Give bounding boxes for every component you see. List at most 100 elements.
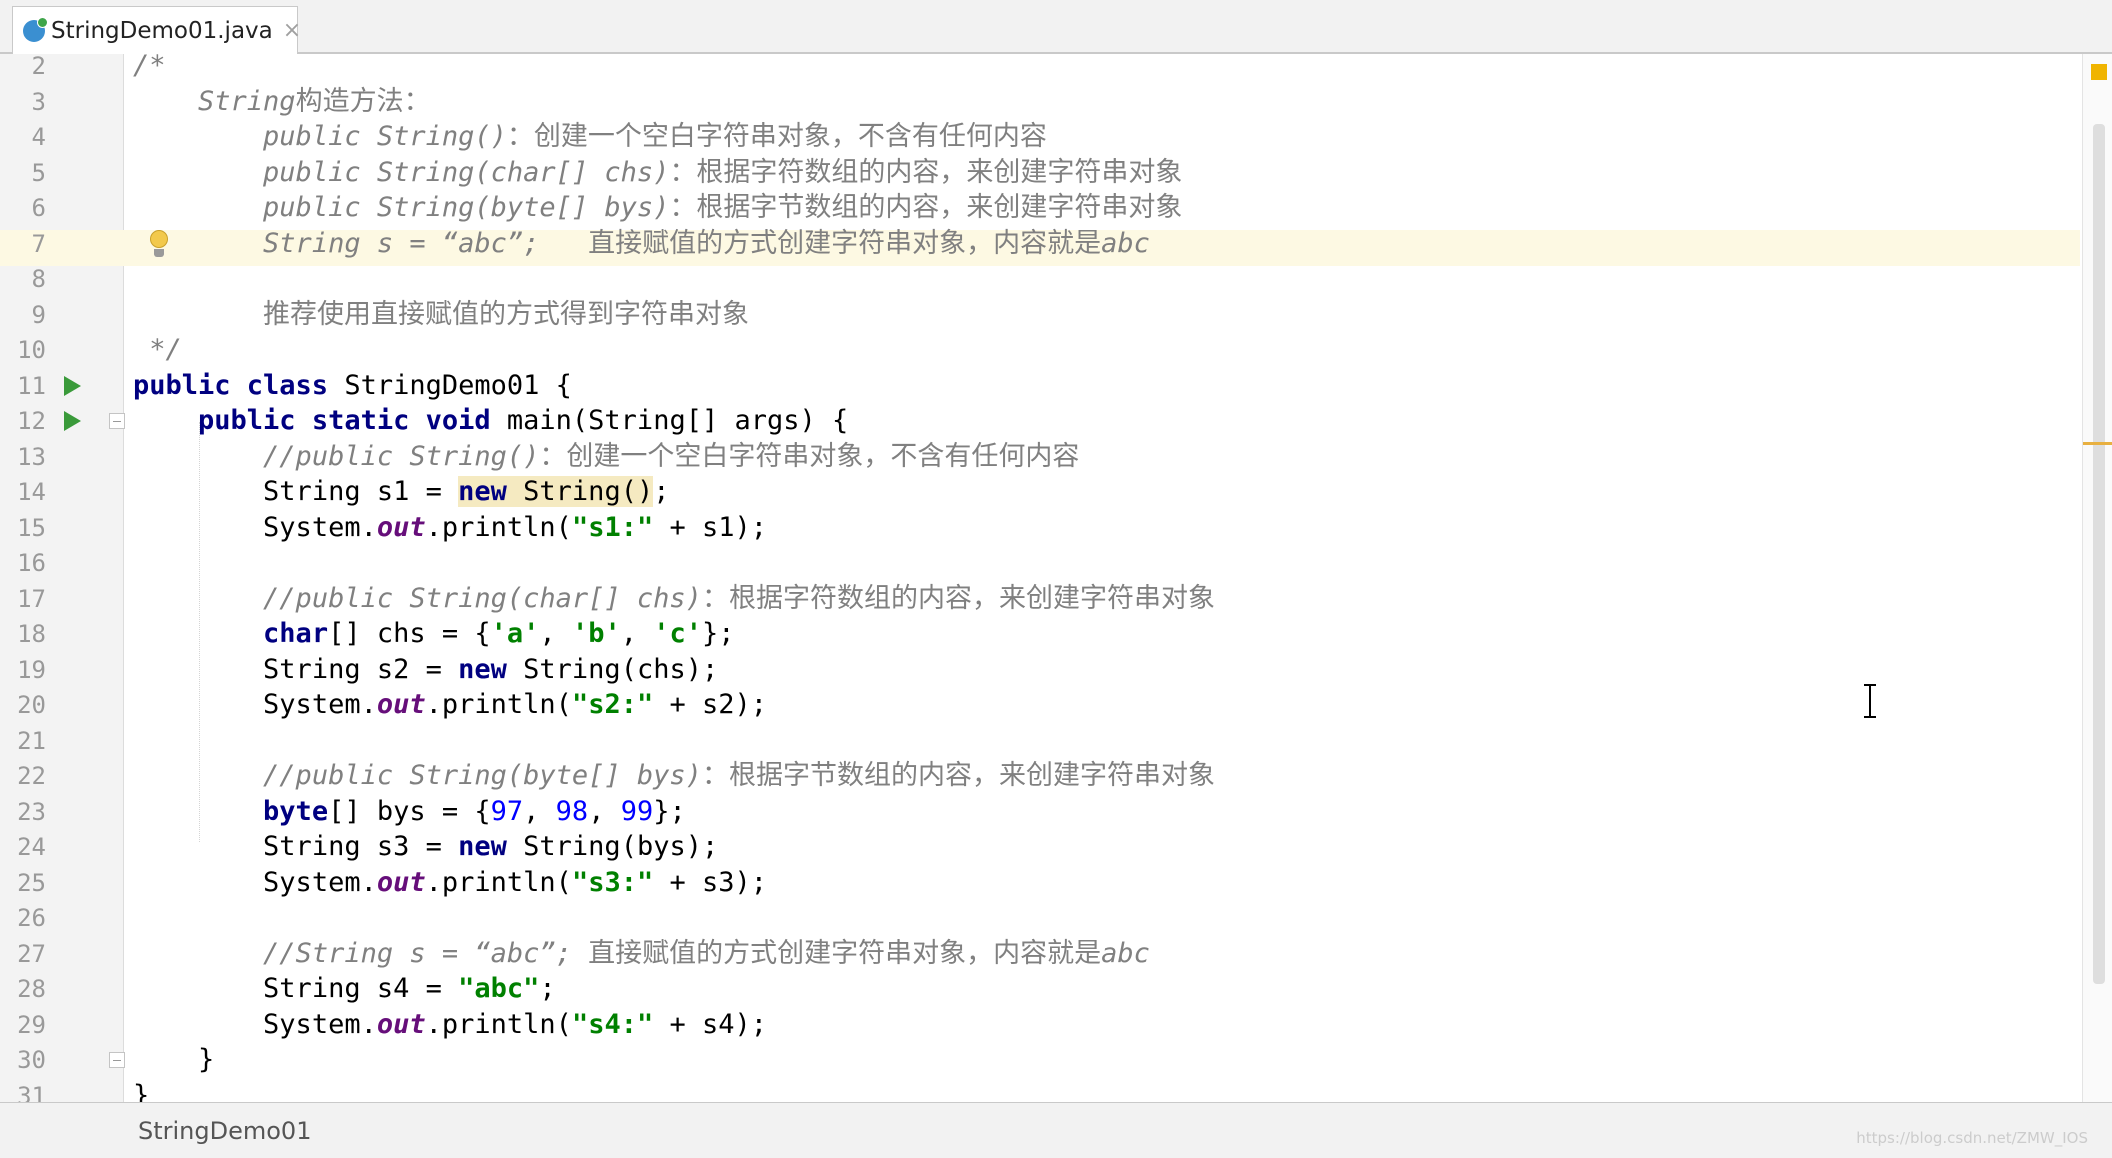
code-token: out <box>376 689 426 720</box>
code-line[interactable]: 26 <box>0 900 2080 936</box>
status-bar: StringDemo01 https://blog.csdn.net/ZMW_I… <box>0 1102 2112 1158</box>
run-gutter-icon[interactable] <box>64 411 81 431</box>
line-number[interactable]: 2 <box>0 54 46 84</box>
code-line[interactable]: 11 public class StringDemo01 { <box>0 368 2080 404</box>
line-number[interactable]: 14 <box>0 474 46 510</box>
code-token: //public String() <box>263 440 540 472</box>
code-token: System. <box>263 511 377 543</box>
line-number[interactable]: 13 <box>0 439 46 475</box>
fold-toggle-icon[interactable] <box>109 1052 125 1068</box>
line-number[interactable]: 26 <box>0 900 46 936</box>
line-number[interactable]: 9 <box>0 297 46 333</box>
code-token: 98 <box>555 795 589 827</box>
code-token: .println( <box>425 866 572 898</box>
line-number[interactable]: 27 <box>0 936 46 972</box>
code-line[interactable]: 13 //public String()：创建一个空白字符串对象，不含有任何内容 <box>0 439 2080 475</box>
line-number[interactable]: 19 <box>0 652 46 688</box>
close-tab-icon[interactable]: × <box>283 18 301 43</box>
line-number[interactable]: 25 <box>0 865 46 901</box>
line-number[interactable]: 8 <box>0 261 46 297</box>
code-token: StringDemo01 { <box>344 369 572 401</box>
line-number[interactable]: 6 <box>0 190 46 226</box>
line-number[interactable]: 23 <box>0 794 46 830</box>
line-number[interactable]: 3 <box>0 84 46 120</box>
line-number[interactable]: 12 <box>0 403 46 439</box>
code-token: [] bys = { <box>328 795 491 827</box>
code-token: , <box>588 795 621 827</box>
line-number[interactable]: 28 <box>0 971 46 1007</box>
code-line[interactable]: 7 String s = “abc”; 直接赋值的方式创建字符串对象，内容就是a… <box>0 226 2080 262</box>
breadcrumb[interactable]: StringDemo01 <box>138 1117 311 1145</box>
code-line[interactable]: 14 String s1 = new String(); <box>0 474 2080 510</box>
lightbulb-icon[interactable] <box>148 229 170 260</box>
code-token: , <box>620 618 654 649</box>
code-line[interactable]: 6 public String(byte[] bys)：根据字节数组的内容，来创… <box>0 190 2080 226</box>
code-line[interactable]: 19 String s2 = new String(chs); <box>0 652 2080 688</box>
code-token: String s3 = <box>263 831 459 862</box>
code-line[interactable]: 27 //String s = “abc”; 直接赋值的方式创建字符串对象，内容… <box>0 936 2080 972</box>
code-editor[interactable]: 2/* 3 String构造方法： 4 public String()：创建一个空白… <box>0 54 2112 1102</box>
code-line[interactable]: 18 char[] chs = {'a', 'b', 'c'}; <box>0 616 2080 652</box>
code-line[interactable]: 30 } <box>0 1042 2080 1078</box>
code-line[interactable]: 4 public String()：创建一个空白字符串对象，不含有任何内容 <box>0 119 2080 155</box>
line-number[interactable]: 31 <box>0 1078 46 1103</box>
line-number[interactable]: 7 <box>0 226 46 262</box>
line-number[interactable]: 5 <box>0 155 46 191</box>
line-number[interactable]: 15 <box>0 510 46 546</box>
line-number[interactable]: 4 <box>0 119 46 155</box>
code-text: System.out.println("s2:" + s2); <box>133 687 767 723</box>
line-number[interactable]: 29 <box>0 1007 46 1043</box>
fold-toggle-icon[interactable] <box>109 413 125 429</box>
code-line[interactable]: 5 public String(char[] chs)：根据字符数组的内容，来创… <box>0 155 2080 191</box>
code-area[interactable]: 2/* 3 String构造方法： 4 public String()：创建一个空白… <box>0 54 2080 1102</box>
line-number[interactable]: 16 <box>0 545 46 581</box>
run-gutter-icon[interactable] <box>64 375 81 396</box>
code-token: String() <box>506 476 654 507</box>
code-line[interactable]: 20 System.out.println("s2:" + s2); <box>0 687 2080 723</box>
code-line[interactable]: 17 //public String(char[] chs)：根据字符数组的内容… <box>0 581 2080 617</box>
code-line[interactable]: 12 public static void main(String[] args… <box>0 403 2080 439</box>
vertical-scrollbar[interactable] <box>2082 54 2112 1102</box>
code-line[interactable]: 2 /* <box>0 54 2080 84</box>
code-line[interactable]: 22 //public String(byte[] bys)：根据字节数组的内容… <box>0 758 2080 794</box>
code-line[interactable]: 23 byte[] bys = {97, 98, 99}; <box>0 794 2080 830</box>
inspection-warning-icon[interactable] <box>2091 64 2107 80</box>
line-number[interactable]: 18 <box>0 616 46 652</box>
code-line[interactable]: 29 System.out.println("s4:" + s4); <box>0 1007 2080 1043</box>
code-line[interactable]: 15 System.out.println("s1:" + s1); <box>0 510 2080 546</box>
code-line[interactable]: 3 String构造方法： <box>0 84 2080 120</box>
code-token: ; <box>653 476 670 507</box>
error-stripe-marker[interactable] <box>2083 442 2112 445</box>
code-text: public String(byte[] bys)：根据字节数组的内容，来创建字… <box>133 190 1182 226</box>
code-line[interactable]: 28 String s4 = "abc"; <box>0 971 2080 1007</box>
line-number[interactable]: 10 <box>0 332 46 368</box>
code-token: 直接赋值的方式创建字符串对象，内容就是 <box>588 227 1102 259</box>
line-number[interactable]: 21 <box>0 723 46 759</box>
line-number[interactable]: 30 <box>0 1042 46 1078</box>
code-line[interactable]: 9 推荐使用直接赋值的方式得到字符串对象 <box>0 297 2080 333</box>
code-line[interactable]: 21 <box>0 723 2080 759</box>
code-line[interactable]: 24 String s3 = new String(bys); <box>0 829 2080 865</box>
code-line[interactable]: 10 */ <box>0 332 2080 368</box>
file-tab[interactable]: StringDemo01.java × <box>12 6 301 54</box>
code-token: String(chs); <box>523 653 719 685</box>
line-number[interactable]: 22 <box>0 758 46 794</box>
code-line[interactable]: 25 System.out.println("s3:" + s3); <box>0 865 2080 901</box>
code-text: public class StringDemo01 { <box>133 368 572 404</box>
line-number[interactable]: 11 <box>0 368 46 404</box>
code-token: char <box>263 618 329 649</box>
scrollbar-thumb[interactable] <box>2093 124 2105 984</box>
line-number[interactable]: 24 <box>0 829 46 865</box>
code-line[interactable]: 31} <box>0 1078 2080 1103</box>
code-token: System. <box>263 689 377 720</box>
code-line[interactable]: 8 <box>0 261 2080 297</box>
code-line[interactable]: 16 <box>0 545 2080 581</box>
line-number[interactable]: 17 <box>0 581 46 617</box>
line-number[interactable]: 20 <box>0 687 46 723</box>
code-text: String s1 = new String(); <box>133 474 669 510</box>
